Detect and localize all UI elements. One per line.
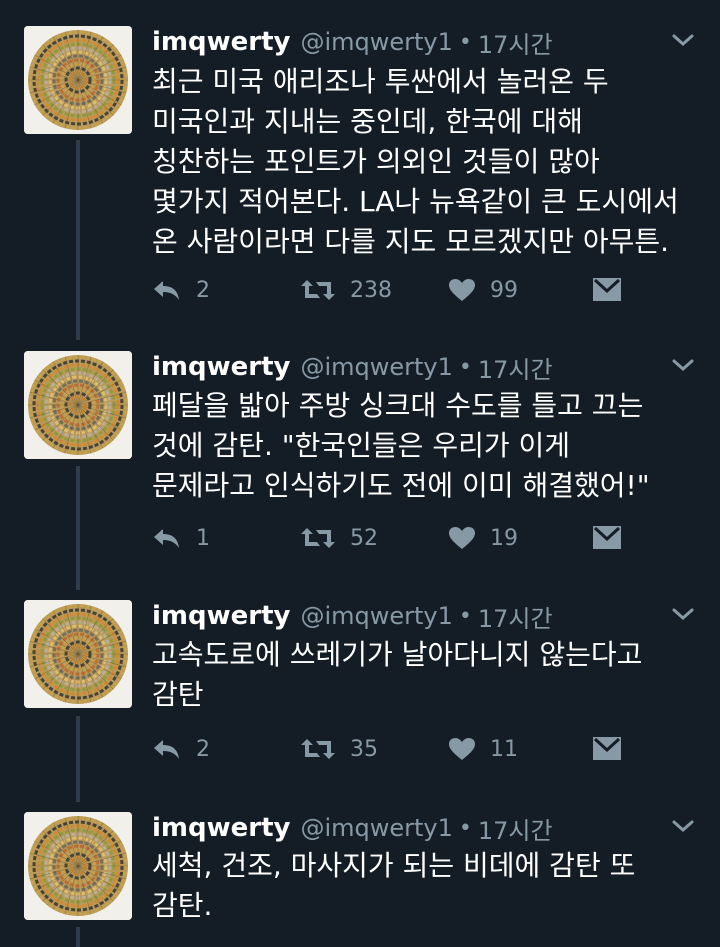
tweet-header: imqwerty @imqwerty1 • 17시간: [152, 810, 696, 846]
chevron-down-icon[interactable]: [670, 816, 696, 836]
timestamp[interactable]: 17시간: [478, 811, 553, 846]
user-handle[interactable]: @imqwerty1: [300, 814, 452, 842]
tweet[interactable]: imqwerty @imqwerty1 • 17시간 세척, 건조, 마사지가 …: [0, 0, 720, 947]
avatar[interactable]: [24, 812, 132, 920]
tweet-text: 세척, 건조, 마사지가 되는 비데에 감탄 또 감탄.: [152, 849, 636, 922]
separator-dot: •: [458, 815, 472, 841]
display-name[interactable]: imqwerty: [152, 813, 290, 843]
